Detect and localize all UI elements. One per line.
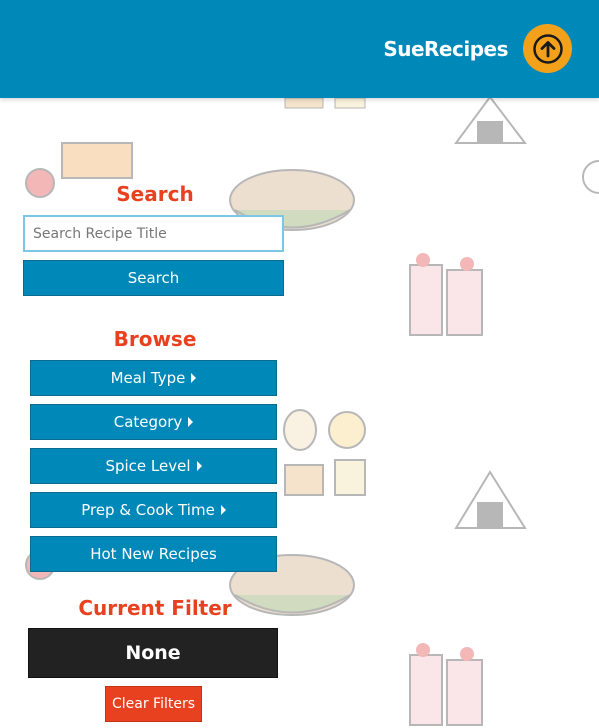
site-brand[interactable]: SueRecipes [383,37,508,61]
caret-right-icon [196,461,202,471]
hot-new-recipes-button[interactable]: Hot New Recipes [30,536,277,572]
plate-icon [582,160,599,194]
clear-filters-button[interactable]: Clear Filters [105,686,202,722]
meal-type-button[interactable]: Meal Type [30,360,277,396]
category-label: Category [113,413,183,431]
top-navbar: SueRecipes [0,0,599,98]
arrow-up-circle-icon [532,33,563,64]
scroll-to-top-button[interactable] [523,24,572,73]
drinks-icon [409,643,483,726]
toast-icon [284,98,366,109]
caret-right-icon [191,373,197,383]
prep-cook-time-button[interactable]: Prep & Cook Time [30,492,277,528]
onigiri-icon [454,95,528,144]
caret-right-icon [220,505,226,515]
hot-new-recipes-label: Hot New Recipes [90,545,217,563]
search-button[interactable]: Search [23,260,284,296]
onigiri-icon [454,470,527,529]
search-heading: Search [116,182,194,206]
current-filter-value: None [28,628,278,678]
pastries-icon [283,409,366,496]
current-filter-heading: Current Filter [78,596,232,620]
search-input[interactable] [23,215,284,252]
caret-right-icon [188,417,194,427]
browse-heading: Browse [113,327,197,351]
meal-type-label: Meal Type [110,369,186,387]
category-button[interactable]: Category [30,404,277,440]
drinks-icon [409,253,483,336]
spice-level-label: Spice Level [105,457,191,475]
prep-cook-time-label: Prep & Cook Time [81,501,215,519]
spice-level-button[interactable]: Spice Level [30,448,277,484]
